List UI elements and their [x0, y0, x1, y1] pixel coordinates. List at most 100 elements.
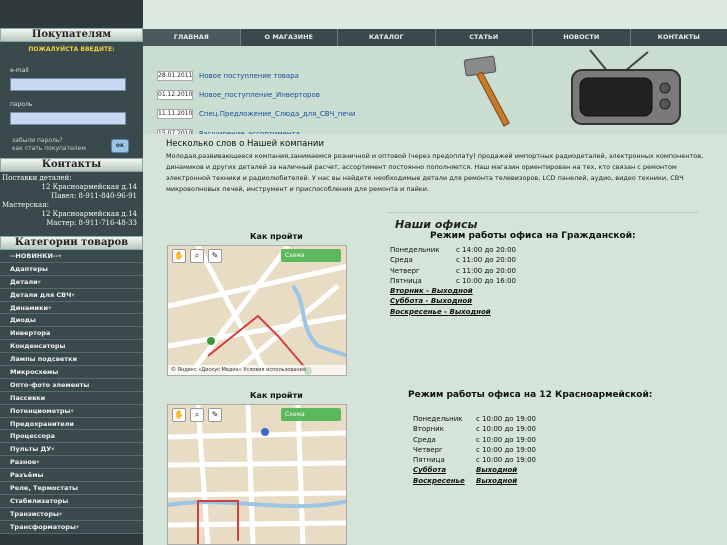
- contact-line: 12 Красноармейская д.14: [41, 210, 137, 218]
- top-nav: ГЛАВНАЯ О МАГАЗИНЕ КАТАЛОГ СТАТЬИ НОВОСТИ КОН…: [143, 29, 727, 46]
- day-off: Вторник - Выходной: [390, 287, 473, 296]
- hours-day: Понедельник: [390, 246, 440, 254]
- category-item[interactable]: Адаптеры: [0, 263, 143, 276]
- category-item[interactable]: Динамики▾: [0, 302, 143, 315]
- category-label: Микросхемы: [10, 368, 59, 377]
- map-krasnoarmeyskaya[interactable]: ✋ ⌕ ✎ Схема: [167, 404, 347, 545]
- category-label: Пульты ДУ: [10, 445, 52, 454]
- hours-day: Суббота: [413, 466, 447, 475]
- hours-day: Среда: [390, 256, 413, 265]
- category-item[interactable]: Детали для СВЧ▾: [0, 289, 143, 302]
- nav-item[interactable]: СТАТЬИ: [434, 29, 533, 46]
- category-label: Инвертора: [10, 329, 51, 338]
- nav-item[interactable]: КОНТАКТЫ: [629, 29, 727, 46]
- news-date: 01.12.2010: [157, 89, 193, 100]
- become-buyer-link[interactable]: как стать покупателем: [12, 145, 86, 153]
- category-item[interactable]: Разное▾: [0, 456, 143, 470]
- news-link[interactable]: Спец.Предложение_Слюда_для_СВЧ_печи: [199, 110, 355, 118]
- hours-time: с 11:00 до 20:00: [456, 266, 516, 275]
- hours-row: Понедельник с 14:00 до 20:00: [390, 245, 516, 255]
- nav-item[interactable]: КАТАЛОГ: [337, 29, 435, 46]
- category-label: Разъёмы: [10, 471, 44, 480]
- chevron-down-icon: ▾: [37, 277, 41, 286]
- news-row: 11.11.2010 Спец.Предложение_Слюда_для_СВЧ…: [157, 105, 427, 124]
- category-item[interactable]: Предохранители: [0, 418, 143, 431]
- category-item[interactable]: Микросхемы: [0, 366, 143, 379]
- news-row: 01.12.2010 Новое_поступление_Инверторов: [157, 85, 427, 104]
- password-field[interactable]: [10, 112, 126, 125]
- chevron-down-icon: ▾: [48, 303, 52, 312]
- contact-line: 12 Красноармейская д.14: [41, 183, 137, 191]
- news-row: 28.01.2011 Новое поступление товара: [157, 66, 427, 85]
- map-type-select[interactable]: Схема: [281, 249, 341, 262]
- hand-tool-icon[interactable]: ✋: [172, 408, 186, 422]
- hours-row: Четверг с 10:00 до 19:00: [413, 445, 536, 455]
- category-item[interactable]: Пульты ДУ▾: [0, 443, 143, 457]
- category-label: Диоды: [10, 316, 36, 325]
- hours-row: Пятница с 10:00 до 19:00: [413, 455, 536, 465]
- category-item[interactable]: Реле, Термостаты: [0, 482, 143, 495]
- office2-hours-title: Режим работы офиса на 12 Красноармейской…: [408, 390, 653, 400]
- login-panel: ПОЖАЛУЙСТА ВВЕДИТЕ: e-mail пароль забыли…: [0, 42, 143, 158]
- login-ok-button[interactable]: ок: [111, 139, 129, 153]
- category-item[interactable]: Опто-фото элементы: [0, 379, 143, 392]
- category-label: Пассивки: [10, 393, 46, 402]
- category-label: Опто-фото элементы: [10, 380, 90, 389]
- office1-hours-title: Режим работы офиса на Гражданской:: [430, 231, 636, 241]
- forgot-password-link[interactable]: забыли пароль?: [12, 137, 86, 145]
- category-item[interactable]: Конденсаторы: [0, 340, 143, 354]
- ruler-tool-icon[interactable]: ✎: [208, 408, 222, 422]
- hours-day: Пятница: [413, 456, 445, 465]
- hand-tool-icon[interactable]: ✋: [172, 249, 186, 263]
- map-streets: [168, 246, 346, 375]
- map-grazhdanskaya[interactable]: ✋ ⌕ ✎ Схема © Яндекс «Дискус Медиа» Усло…: [167, 245, 347, 376]
- nav-item[interactable]: О МАГАЗИНЕ: [239, 29, 338, 46]
- day-off: Воскресенье - Выходной: [390, 307, 491, 316]
- category-item[interactable]: Пассивки: [0, 392, 143, 405]
- category-item[interactable]: Диоды: [0, 314, 143, 328]
- hours-time: с 10:00 до 19:00: [476, 435, 536, 444]
- chevron-down-icon: ▾: [75, 522, 80, 531]
- category-item[interactable]: Стабилизаторы: [0, 495, 143, 508]
- hours-day: Воскресенье: [413, 476, 465, 485]
- category-item[interactable]: --НОВИНКИ--▾: [0, 250, 143, 263]
- category-label: Предохранители: [10, 419, 74, 428]
- category-item[interactable]: Инвертора: [0, 327, 143, 341]
- zoom-tool-icon[interactable]: ⌕: [190, 408, 204, 422]
- header-banner: [143, 0, 727, 29]
- category-item[interactable]: Разъёмы: [0, 469, 143, 483]
- hours-time: с 10:00 до 19:00: [476, 425, 536, 434]
- category-label: Детали: [10, 277, 38, 286]
- category-item[interactable]: Лампы подсветки: [0, 353, 143, 367]
- hammer-icon: [463, 55, 510, 127]
- office1-hours: Понедельник с 14:00 до 20:00 Среда с 11:00 …: [390, 245, 516, 317]
- ruler-tool-icon[interactable]: ✎: [208, 249, 222, 263]
- hours-time: с 14:00 до 20:00: [456, 246, 516, 254]
- category-label: Динамики: [10, 303, 49, 312]
- category-item[interactable]: Потенциометры▾: [0, 405, 143, 418]
- news-link[interactable]: Новое_поступление_Инверторов: [199, 91, 320, 99]
- category-item[interactable]: Трансформаторы▾: [0, 521, 143, 534]
- map-copyright: © Яндекс «Дискус Медиа» Условия использо…: [168, 365, 346, 375]
- zoom-tool-icon[interactable]: ⌕: [190, 249, 204, 263]
- hours-row: Среда с 10:00 до 19:00: [413, 435, 536, 445]
- hours-day: Вторник: [413, 425, 444, 434]
- category-item[interactable]: Детали▾: [0, 276, 143, 289]
- hours-day: Четверг: [413, 445, 443, 454]
- day-off: Суббота Выходной: [413, 465, 536, 475]
- hours-time: Выходной: [476, 466, 518, 475]
- contact-line: Мастерская:: [2, 201, 50, 209]
- category-item[interactable]: Транзисторы▾: [0, 508, 143, 521]
- map-type-select[interactable]: Схема: [281, 408, 341, 421]
- office2-hours: Понедельник с 10:00 до 19:00 Вторник с 10:0…: [413, 414, 536, 486]
- hours-row: Понедельник с 10:00 до 19:00: [413, 414, 536, 424]
- news-link[interactable]: Новое поступление товара: [199, 72, 299, 80]
- about-text: Молодая,развивающееся компания,занимаемс…: [166, 152, 704, 193]
- how-to-get-label: Как пройти: [250, 232, 303, 241]
- email-field[interactable]: [10, 78, 126, 91]
- nav-item[interactable]: НОВОСТИ: [532, 29, 630, 46]
- category-label: Лампы подсветки: [10, 355, 78, 364]
- nav-item[interactable]: ГЛАВНАЯ: [143, 29, 240, 46]
- category-list: --НОВИНКИ--▾ Адаптеры Детали▾ Детали для СВ…: [0, 250, 143, 534]
- category-item[interactable]: Процессора: [0, 430, 143, 444]
